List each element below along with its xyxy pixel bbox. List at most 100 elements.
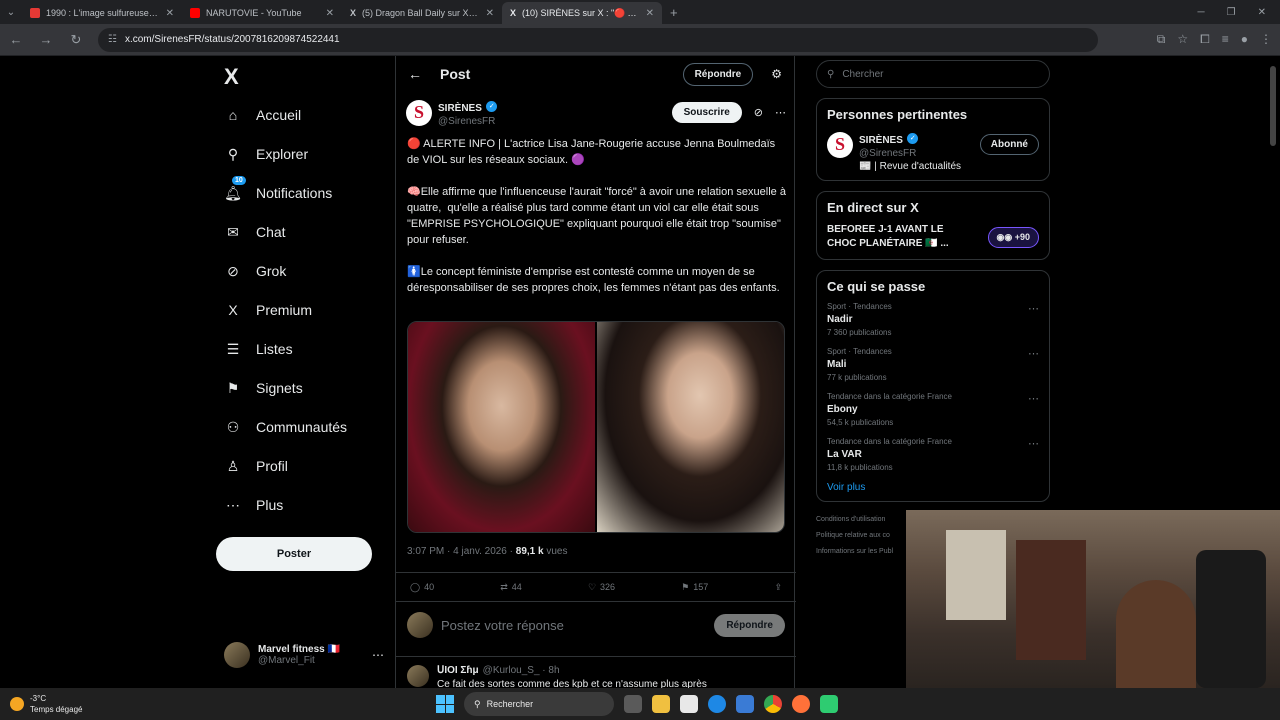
scrollbar[interactable] <box>1270 66 1276 146</box>
reload-icon[interactable]: ↻ <box>68 32 84 48</box>
relevant-people-card: Personnes pertinentes S SIRÈNES ✓ @Siren… <box>816 98 1050 181</box>
reply-button[interactable]: Répondre <box>682 62 754 86</box>
see-more-link[interactable]: Voir plus <box>827 482 1039 493</box>
browser-tab-2[interactable]: NARUTOVIE - YouTube ✕ <box>182 2 342 24</box>
nav-item-home[interactable]: ⌂ Accueil <box>224 106 301 124</box>
relevant-person[interactable]: S SIRÈNES ✓ @SirenesFR Abonné <box>827 130 1039 159</box>
forward-icon[interactable]: → <box>38 32 54 47</box>
reply-author[interactable]: ՍIOI Ʃɦμ <box>437 665 479 676</box>
cast-icon[interactable]: ⧉ <box>1157 32 1166 47</box>
site-info-icon[interactable]: ☷ <box>108 34 117 45</box>
nav-label: Chat <box>256 224 286 240</box>
media-icon[interactable]: ≡ <box>1222 32 1229 47</box>
trend-item[interactable]: Tendance dans la catégorie France La VAR… <box>827 437 1039 472</box>
more-icon[interactable]: ⋯ <box>1028 302 1039 315</box>
app-icon[interactable] <box>820 695 838 713</box>
bookmark-action[interactable]: ⚑ 157 <box>681 582 708 593</box>
avatar[interactable]: S <box>827 131 853 158</box>
back-arrow-icon[interactable]: ← <box>408 66 422 82</box>
maximize-icon[interactable]: ❐ <box>1227 7 1236 18</box>
post-button[interactable]: Poster <box>216 537 372 571</box>
trend-item[interactable]: Sport · Tendances Nadir 7 360 publicatio… <box>827 302 1039 337</box>
store-icon[interactable] <box>736 695 754 713</box>
edge-icon[interactable] <box>708 695 726 713</box>
following-button[interactable]: Abonné <box>979 134 1039 155</box>
menu-icon[interactable]: ⋮ <box>1260 32 1272 47</box>
person-name[interactable]: SIRÈNES <box>859 135 903 146</box>
avatar[interactable]: S <box>406 99 432 126</box>
account-switcher[interactable]: Marvel fitness 🇫🇷 @Marvel_Fit ⋯ <box>224 642 384 668</box>
close-tab-icon[interactable]: ✕ <box>486 8 494 19</box>
reply-item[interactable]: ՍIOI Ʃɦμ @Kurlou_S_ · 8h Ce fait des sort… <box>396 656 796 688</box>
back-icon[interactable]: ← <box>8 32 24 47</box>
close-window-icon[interactable]: ✕ <box>1258 7 1266 18</box>
share-action[interactable]: ⇪ <box>774 582 782 593</box>
tweet-photo[interactable] <box>597 322 784 532</box>
tab-search-icon[interactable]: ⌄ <box>0 7 22 18</box>
reply-action[interactable]: ◯ 40 <box>410 582 434 593</box>
sliders-icon[interactable]: ⚙ <box>771 67 782 81</box>
tweet-time[interactable]: 3:07 PM · 4 janv. 2026 · <box>407 546 516 557</box>
tweet-media[interactable] <box>407 321 785 533</box>
account-name: Marvel fitness 🇫🇷 <box>258 644 340 655</box>
author-handle[interactable]: @SirenesFR <box>438 116 497 127</box>
weather-widget[interactable]: -3°C Temps dégagé <box>10 693 82 715</box>
windows-start-icon[interactable] <box>436 695 454 713</box>
profile-icon[interactable]: ● <box>1241 32 1248 47</box>
browser-tab-1[interactable]: 1990 : L'image sulfureuse du ra ✕ <box>22 2 182 24</box>
more-icon[interactable]: ⋯ <box>1028 347 1039 360</box>
more-icon[interactable]: ⋯ <box>775 106 786 119</box>
nav-item-bookmarks[interactable]: ⚑ Signets <box>224 379 303 397</box>
search-input[interactable]: ⚲ Chercher <box>816 60 1050 88</box>
nav-item-lists[interactable]: ☰ Listes <box>224 340 293 358</box>
notepad-icon[interactable] <box>680 695 698 713</box>
browser-tab-4[interactable]: X (10) SIRÈNES sur X : "🔴 ALERT ✕ <box>502 2 662 24</box>
author-name[interactable]: SIRÈNES <box>438 103 482 114</box>
file-explorer-icon[interactable] <box>652 695 670 713</box>
reply-input[interactable]: Postez votre réponse <box>441 618 564 633</box>
chrome-icon[interactable] <box>764 695 782 713</box>
more-icon[interactable]: ⋯ <box>1028 437 1039 450</box>
nav-item-notifications[interactable]: 🔔︎ 10 Notifications <box>224 176 332 202</box>
x-logo-icon[interactable]: X <box>224 64 239 90</box>
retweet-action[interactable]: ⇄ 44 <box>500 582 522 593</box>
close-tab-icon[interactable]: ✕ <box>646 8 654 19</box>
taskbar-search[interactable]: ⚲ Rechercher <box>464 692 614 716</box>
extensions-icon[interactable]: ⧠ <box>1200 32 1210 47</box>
nav-label: Listes <box>256 341 293 357</box>
nav-item-profile[interactable]: ♙ Profil <box>224 457 288 475</box>
browser-tab-3[interactable]: X (5) Dragon Ball Daily sur X : "Ve ✕ <box>342 2 502 24</box>
firefox-icon[interactable] <box>792 695 810 713</box>
post-header: ← Post Répondre ⚙ <box>396 56 794 92</box>
nav-item-explore[interactable]: ⚲ Explorer <box>224 145 308 163</box>
bookmark-star-icon[interactable]: ☆ <box>1177 32 1188 47</box>
live-item[interactable]: BEFOREE J-1 AVANT LE CHOC PLANÉTAIRE 🇩🇿 … <box>827 223 1039 251</box>
nav-item-grok[interactable]: ⊘ Grok <box>224 262 286 280</box>
trend-count: 11,8 k publications <box>827 463 893 472</box>
subscribe-button[interactable]: Souscrire <box>671 102 742 123</box>
notification-badge: 10 <box>232 176 246 185</box>
live-listeners-pill[interactable]: ◉◉ +90 <box>987 226 1039 248</box>
grok-icon[interactable]: ⊘ <box>754 106 763 119</box>
close-tab-icon[interactable]: ✕ <box>326 8 334 19</box>
reply-submit-button[interactable]: Répondre <box>714 613 785 637</box>
nav-label: Plus <box>256 497 284 513</box>
nav-item-communities[interactable]: ⚇ Communautés <box>224 418 347 436</box>
like-action[interactable]: ♡ 326 <box>588 582 615 593</box>
minimize-icon[interactable]: ─ <box>1198 7 1205 18</box>
task-view-icon[interactable] <box>624 695 642 713</box>
nav-item-chat[interactable]: ✉ Chat <box>224 223 286 241</box>
tweet-photo[interactable] <box>408 322 595 532</box>
url-input[interactable]: ☷ x.com/SirenesFR/status/200781620987452… <box>98 27 1098 52</box>
nav-item-more[interactable]: ⋯ Plus <box>224 496 283 514</box>
new-tab-icon[interactable]: + <box>670 5 678 20</box>
account-handle: @Marvel_Fit <box>258 655 315 666</box>
more-icon[interactable]: ⋯ <box>372 648 384 662</box>
more-icon[interactable]: ⋯ <box>1028 392 1039 405</box>
nav-item-premium[interactable]: X Premium <box>224 301 312 319</box>
x-icon: X <box>228 302 238 318</box>
close-tab-icon[interactable]: ✕ <box>166 8 174 19</box>
trend-item[interactable]: Tendance dans la catégorie France Ebony … <box>827 392 1039 427</box>
trend-item[interactable]: Sport · Tendances Mali 77 k publications… <box>827 347 1039 382</box>
trend-name: Ebony <box>827 404 858 415</box>
